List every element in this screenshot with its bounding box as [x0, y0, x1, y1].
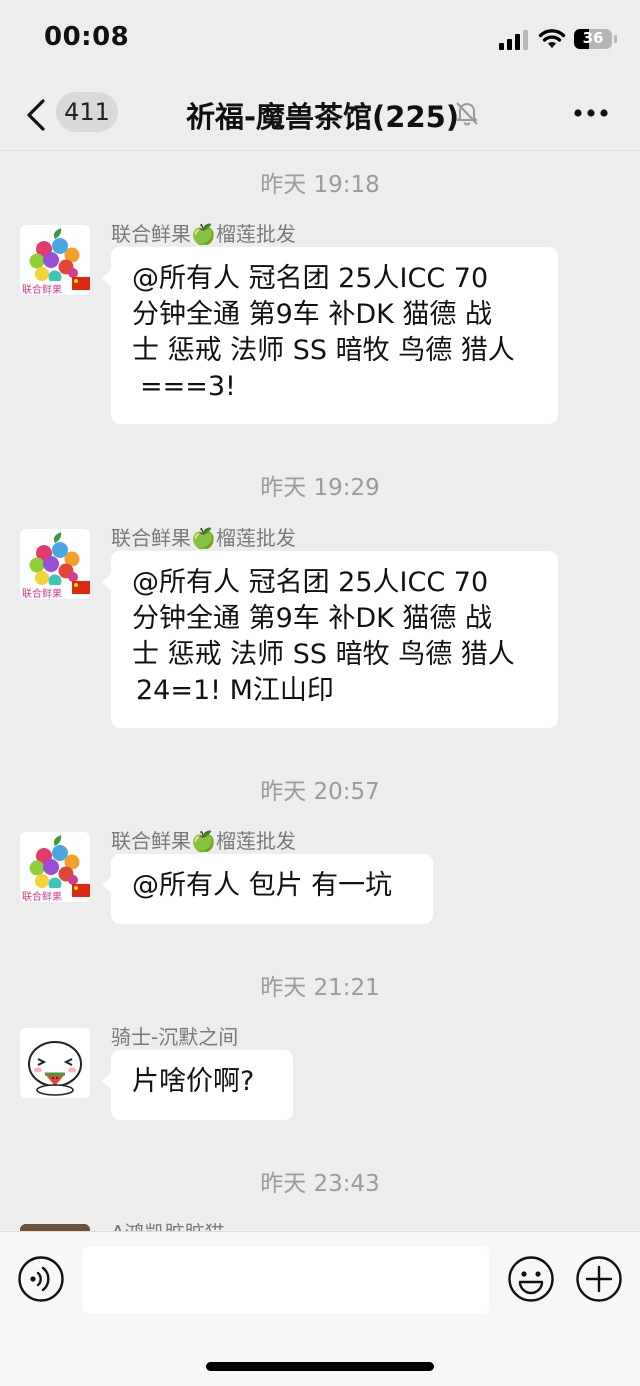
nav-bar: 411 祈福-魔兽茶馆(225): [0, 80, 640, 151]
status-time: 00:08: [44, 22, 130, 52]
message-input[interactable]: [82, 1246, 489, 1314]
message-bubble[interactable]: 片啥价啊?: [102, 1050, 293, 1120]
message-text: 分钟全通 第9车 补DK 猫德 战: [132, 603, 493, 634]
chat-title: 祈福-魔兽茶馆(225): [186, 100, 460, 134]
plus-icon[interactable]: [575, 1255, 623, 1303]
status-bar: 00:08 36: [0, 0, 640, 80]
more-options-icon[interactable]: [574, 109, 608, 117]
message-text: @所有人 包片 有一坑: [132, 870, 393, 901]
message-text: 士 惩戒 法师 SS 暗牧 鸟德 猎人: [132, 335, 515, 366]
avatar-caption: 联合鲜果: [22, 283, 62, 295]
message-timestamp: 昨天 23:43: [260, 1171, 380, 1197]
cartoon-face-icon: [20, 1028, 90, 1098]
message-timestamp: 昨天 19:18: [260, 172, 380, 198]
message-text: 士 惩戒 法师 SS 暗牧 鸟德 猎人: [132, 639, 515, 670]
message-bubble[interactable]: @所有人 包片 有一坑: [102, 854, 433, 924]
message-text: @所有人 冠名团 25人ICC 70: [132, 263, 489, 294]
battery-level: 36: [582, 29, 604, 47]
apple-fruit-logo-icon: 联合鲜果: [20, 529, 90, 599]
sender-name: 骑士-沉默之间: [111, 1025, 239, 1049]
avatar[interactable]: [20, 1028, 90, 1098]
message-text: 片啥价啊?: [132, 1066, 255, 1097]
unread-count-badge[interactable]: 411: [56, 92, 118, 132]
apple-fruit-logo-icon: 联合鲜果: [20, 225, 90, 295]
message-bubble[interactable]: @所有人 冠名团 25人ICC 70 分钟全通 第9车 补DK 猫德 战 士 惩…: [102, 247, 558, 424]
message-bubble[interactable]: @所有人 冠名团 25人ICC 70 分钟全通 第9车 补DK 猫德 战 士 惩…: [102, 551, 558, 728]
photo-avatar-icon: [20, 1224, 90, 1231]
wifi-icon: [538, 29, 566, 48]
chat-message-list[interactable]: 昨天 19:18 联合鲜果 联合鲜果🍏榴莲批发 @所有人 冠名团 25人ICC …: [0, 151, 640, 1231]
sender-name: 联合鲜果🍏榴莲批发: [111, 829, 296, 853]
message-text: 分钟全通 第9车 补DK 猫德 战: [132, 299, 493, 330]
sender-name: A鸿凯脏脏猫: [111, 1217, 225, 1231]
sender-name: 联合鲜果🍏榴莲批发: [111, 222, 296, 246]
message-text: @所有人 冠名团 25人ICC 70: [132, 567, 489, 598]
avatar[interactable]: [20, 1224, 90, 1231]
avatar[interactable]: 联合鲜果: [20, 529, 90, 599]
apple-fruit-logo-icon: 联合鲜果: [20, 832, 90, 902]
avatar-caption: 联合鲜果: [22, 890, 62, 902]
home-indicator: [206, 1362, 434, 1371]
avatar-caption: 联合鲜果: [22, 587, 62, 599]
cellular-signal-icon: [499, 30, 528, 50]
mute-bell-icon: [456, 102, 478, 126]
voice-input-icon[interactable]: [17, 1255, 65, 1303]
message-timestamp: 昨天 21:21: [260, 975, 380, 1001]
message-text: ===3!: [140, 371, 236, 402]
avatar[interactable]: 联合鲜果: [20, 832, 90, 902]
message-timestamp: 昨天 19:29: [260, 475, 380, 501]
avatar[interactable]: 联合鲜果: [20, 225, 90, 295]
back-chevron-icon[interactable]: [24, 98, 48, 132]
message-timestamp: 昨天 20:57: [260, 779, 380, 805]
message-text: 24=1! M江山印: [136, 675, 334, 706]
input-bar: [0, 1231, 640, 1386]
emoji-icon[interactable]: [507, 1255, 555, 1303]
sender-name: 联合鲜果🍏榴莲批发: [111, 526, 296, 550]
